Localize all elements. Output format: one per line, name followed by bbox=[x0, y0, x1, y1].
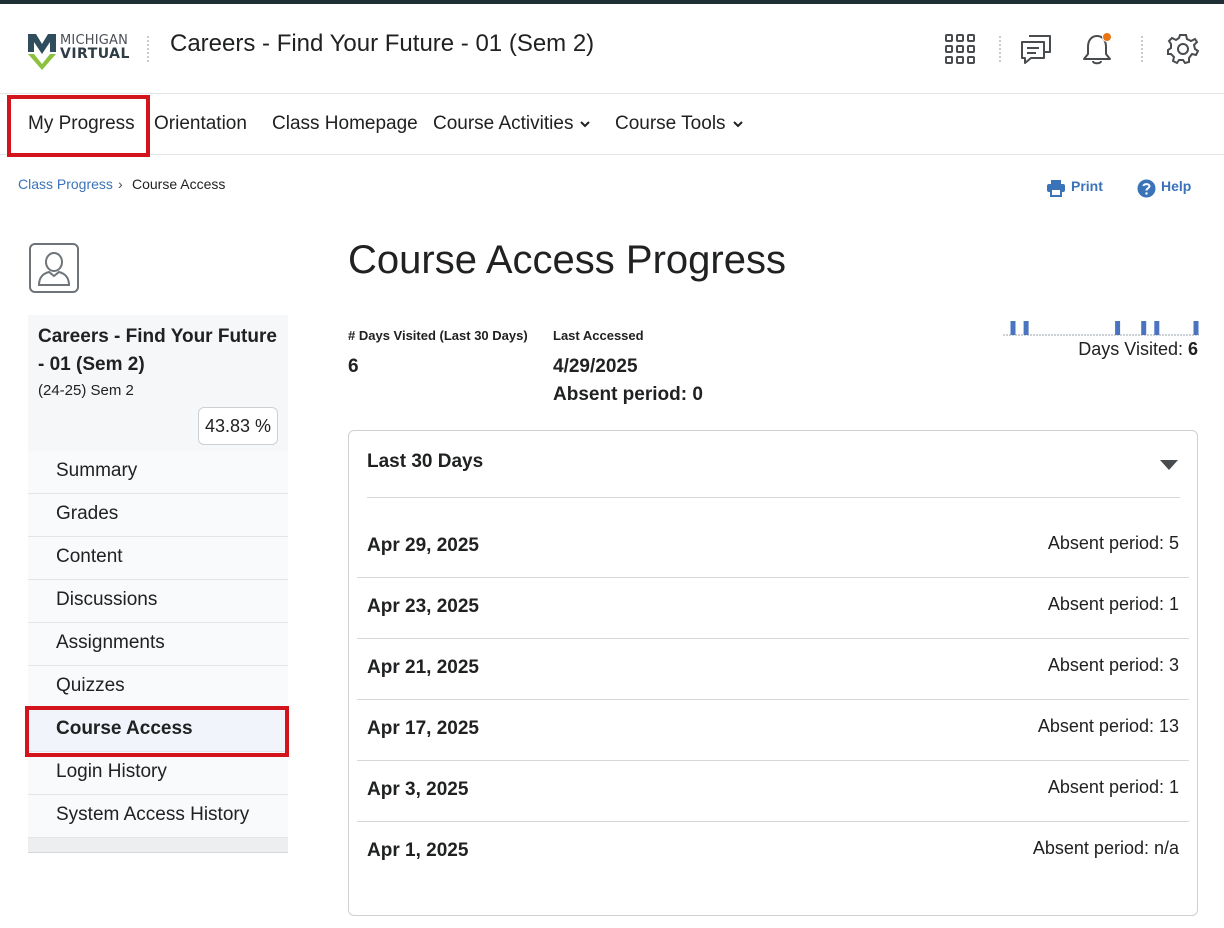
access-day-row: Apr 23, 2025 Absent period: 1 bbox=[357, 578, 1189, 639]
messages-icon[interactable] bbox=[1019, 32, 1053, 66]
sparkline-visit-bar bbox=[1154, 321, 1160, 335]
progress-sidebar-menu: Summary Grades Content Discussions Assig… bbox=[28, 451, 288, 853]
access-day-list: Apr 29, 2025 Absent period: 5 Apr 23, 202… bbox=[357, 517, 1189, 883]
course-summary-card: Careers - Find Your Future - 01 (Sem 2) … bbox=[28, 315, 288, 451]
chevron-down-icon bbox=[580, 121, 591, 128]
sidebar-item-system-access-history[interactable]: System Access History bbox=[28, 795, 288, 838]
course-access-highlight bbox=[25, 706, 289, 757]
access-day-row: Apr 3, 2025 Absent period: 1 bbox=[357, 761, 1189, 822]
my-progress-highlight bbox=[7, 95, 150, 157]
help-question-icon bbox=[1137, 179, 1156, 198]
sidebar-item-discussions[interactable]: Discussions bbox=[28, 580, 288, 623]
sparkline-visit-bar bbox=[1141, 321, 1147, 335]
breadcrumb-class-progress[interactable]: Class Progress bbox=[18, 176, 113, 192]
nav-orientation[interactable]: Orientation bbox=[154, 113, 247, 135]
access-date: Apr 17, 2025 bbox=[367, 718, 479, 739]
access-date: Apr 21, 2025 bbox=[367, 657, 479, 678]
michigan-virtual-logo[interactable]: MICHIGAN VIRTUAL bbox=[26, 30, 136, 72]
print-label: Print bbox=[1071, 178, 1103, 194]
app-grid-icon[interactable] bbox=[943, 32, 977, 66]
header-divider bbox=[1141, 36, 1143, 62]
sparkline-visit-bar bbox=[1193, 321, 1199, 335]
settings-gear-icon[interactable] bbox=[1166, 32, 1200, 66]
nav-label: Course Activities bbox=[433, 113, 574, 134]
collapse-triangle-icon[interactable] bbox=[1159, 459, 1179, 471]
access-day-row: Apr 29, 2025 Absent period: 5 bbox=[357, 517, 1189, 578]
logo-mark-icon bbox=[28, 34, 56, 70]
absent-period: Absent period: 1 bbox=[1047, 777, 1179, 797]
sparkline-visit-bar bbox=[1010, 321, 1016, 335]
grade-percent-badge: 43.83 % bbox=[198, 407, 278, 445]
header-divider bbox=[147, 36, 149, 62]
access-day-row: Apr 21, 2025 Absent period: 3 bbox=[357, 639, 1189, 700]
sparkline-visit-bar bbox=[1115, 321, 1121, 335]
logo-text-bottom: VIRTUAL bbox=[60, 46, 130, 62]
absent-period: Absent period: 5 bbox=[1047, 533, 1179, 553]
page-title: Course Access Progress bbox=[348, 238, 786, 282]
access-date: Apr 23, 2025 bbox=[367, 596, 479, 617]
last-30-days-panel: Last 30 Days Apr 29, 2025 Absent period: … bbox=[348, 430, 1198, 916]
last-accessed-value: 4/29/2025 bbox=[553, 356, 638, 377]
sidebar-item-label: Quizzes bbox=[56, 675, 125, 696]
panel-divider bbox=[367, 497, 1180, 498]
sparkline-caption: Days Visited: 6 bbox=[1078, 339, 1198, 360]
absent-period: Absent period: 3 bbox=[1047, 655, 1179, 675]
sidebar-item-label: Assignments bbox=[56, 632, 165, 653]
sidebar-item-label: Content bbox=[56, 546, 123, 567]
access-day-row: Apr 17, 2025 Absent period: 13 bbox=[357, 700, 1189, 761]
nav-course-activities[interactable]: Course Activities bbox=[433, 113, 591, 135]
absent-period: Absent period: 1 bbox=[1047, 594, 1179, 614]
sidebar-term: (24-25) Sem 2 bbox=[38, 382, 134, 399]
sidebar-item-summary[interactable]: Summary bbox=[28, 451, 288, 494]
nav-label: Orientation bbox=[154, 113, 247, 134]
sparkline-visit-bar bbox=[1023, 321, 1029, 335]
nav-course-tools[interactable]: Course Tools bbox=[615, 113, 744, 135]
user-profile-icon bbox=[37, 252, 71, 286]
days-visited-sparkline bbox=[1003, 321, 1199, 336]
sidebar-item-label: Discussions bbox=[56, 589, 158, 610]
sidebar-item-label: Grades bbox=[56, 503, 119, 524]
days-visited-value: 6 bbox=[348, 356, 359, 377]
header: MICHIGAN VIRTUAL Careers - Find Your Fut… bbox=[0, 4, 1224, 94]
sidebar-item-content[interactable]: Content bbox=[28, 537, 288, 580]
course-navbar: My Progress Orientation Class Homepage C… bbox=[0, 95, 1224, 155]
header-divider bbox=[999, 36, 1001, 62]
nav-label: Course Tools bbox=[615, 113, 726, 134]
panel-title: Last 30 Days bbox=[367, 451, 484, 472]
sparkline-label: Days Visited: bbox=[1078, 339, 1188, 359]
print-button[interactable]: Print bbox=[1046, 178, 1106, 198]
sidebar-footer bbox=[28, 838, 288, 853]
absent-period: Absent period: n/a bbox=[1032, 838, 1179, 858]
sidebar-item-quizzes[interactable]: Quizzes bbox=[28, 666, 288, 709]
help-label: Help bbox=[1161, 178, 1192, 194]
chevron-down-icon bbox=[732, 121, 743, 128]
last-accessed-label: Last Accessed bbox=[553, 328, 644, 343]
course-title[interactable]: Careers - Find Your Future - 01 (Sem 2) bbox=[170, 30, 594, 58]
help-button[interactable]: Help bbox=[1137, 178, 1197, 198]
access-date: Apr 3, 2025 bbox=[367, 779, 469, 800]
absent-period-summary: Absent period: 0 bbox=[553, 384, 703, 405]
sidebar-item-label: Summary bbox=[56, 460, 138, 481]
sidebar-item-grades[interactable]: Grades bbox=[28, 494, 288, 537]
sidebar-item-label: System Access History bbox=[56, 804, 250, 825]
sidebar-course-title: Careers - Find Your Future - 01 (Sem 2) bbox=[38, 326, 277, 375]
sidebar-item-label: Login History bbox=[56, 761, 167, 782]
notifications-bell-icon[interactable] bbox=[1080, 32, 1114, 66]
breadcrumb-separator: › bbox=[118, 176, 123, 192]
absent-period: Absent period: 13 bbox=[1037, 716, 1179, 736]
breadcrumb-current: Course Access bbox=[132, 176, 226, 192]
days-visited-label: # Days Visited (Last 30 Days) bbox=[348, 328, 528, 343]
access-date: Apr 29, 2025 bbox=[367, 535, 479, 556]
access-date: Apr 1, 2025 bbox=[367, 840, 469, 861]
user-avatar bbox=[29, 243, 79, 293]
printer-icon bbox=[1047, 180, 1065, 197]
access-day-row: Apr 1, 2025 Absent period: n/a bbox=[357, 822, 1189, 883]
sparkline-value: 6 bbox=[1187, 339, 1198, 359]
sidebar-item-login-history[interactable]: Login History bbox=[28, 752, 288, 795]
nav-label: Class Homepage bbox=[272, 113, 418, 134]
notification-dot bbox=[1102, 32, 1112, 42]
nav-class-homepage[interactable]: Class Homepage bbox=[272, 113, 418, 135]
sidebar-item-assignments[interactable]: Assignments bbox=[28, 623, 288, 666]
